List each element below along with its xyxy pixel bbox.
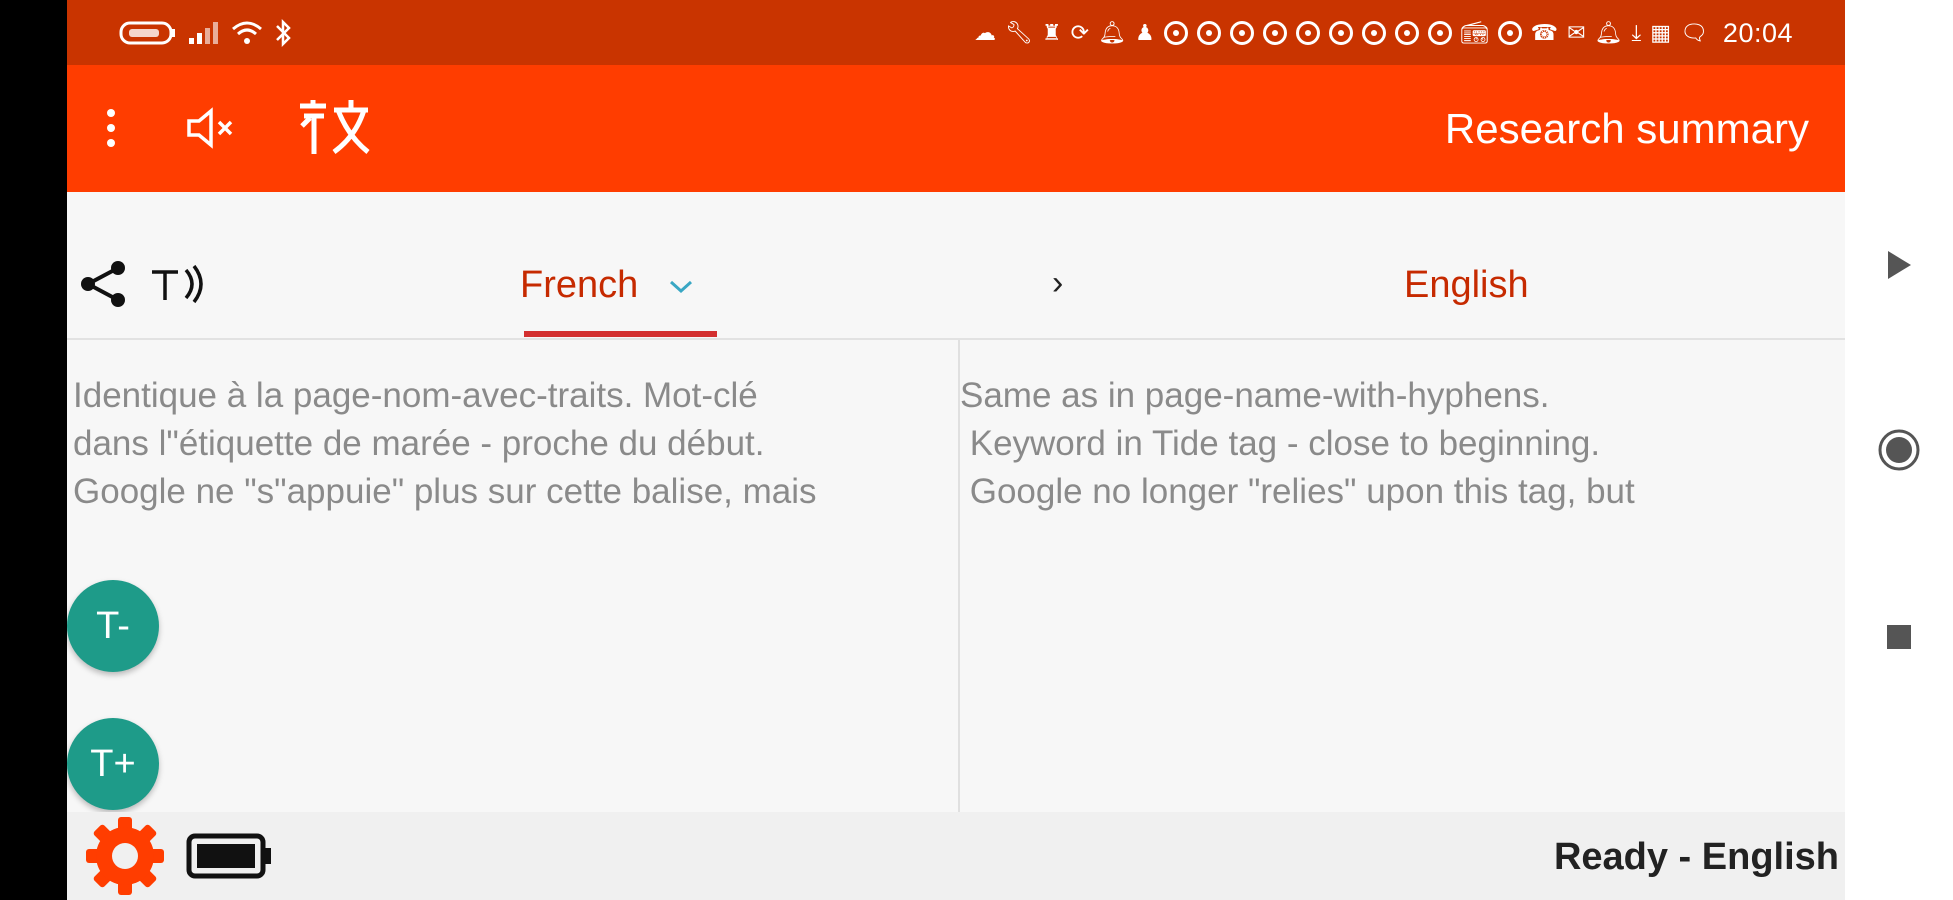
source-language-label: French — [520, 264, 639, 306]
bottom-bar: Ready - English — [67, 812, 1845, 900]
sync-icon: ⟳ — [1070, 20, 1090, 45]
bell-icon: 🔔︎ — [1098, 20, 1126, 45]
status-left-icons — [119, 18, 293, 48]
source-text-area[interactable]: Identique à la page-nom-avec-traits. Mot… — [73, 372, 817, 516]
ready-status: Ready - English — [1553, 836, 1839, 878]
radio-icon: 📻︎ — [1460, 20, 1489, 45]
target-language-label[interactable]: English — [1404, 264, 1529, 307]
download-icon: ⤓ — [1631, 20, 1642, 45]
message-icon: 🗨︎ — [1679, 20, 1708, 45]
status-right-icons: ☁ 🔧︎ ♜ ⟳ 🔔︎ ♟ 📻︎ ☎ ✉ 🔔︎ ⤓ ▦ 🗨︎ 20:04 — [974, 16, 1793, 50]
more-vert-icon[interactable] — [99, 105, 123, 151]
bluetooth-icon — [276, 19, 291, 47]
chevron-down-icon — [669, 280, 692, 293]
call-icon: ☎ — [1530, 20, 1559, 45]
battery-saver-icon — [119, 21, 175, 45]
chess-icon: ♜ — [1041, 20, 1062, 45]
source-language-indicator — [524, 331, 717, 337]
app-circle-icon — [1262, 21, 1287, 45]
app-circle-icon — [1196, 21, 1221, 45]
left-black-strip — [0, 0, 67, 900]
grid-icon: ▦ — [1650, 20, 1671, 45]
toolbar-title: Research summary — [1444, 105, 1809, 152]
app-circle-icon — [1229, 21, 1254, 45]
increase-text-size-button[interactable]: T+ — [67, 718, 159, 810]
app-toolbar: Research summary — [67, 65, 1845, 192]
recents-square-icon[interactable] — [1845, 612, 1953, 662]
translator-app: ☁ 🔧︎ ♜ ⟳ 🔔︎ ♟ 📻︎ ☎ ✉ 🔔︎ ⤓ ▦ 🗨︎ 20:04 Res… — [67, 0, 1845, 900]
swap-arrow[interactable]: › — [1052, 264, 1063, 303]
translate-icon[interactable] — [295, 95, 375, 161]
language-bar: French › English — [67, 192, 1845, 340]
battery-icon — [185, 830, 275, 882]
app-circle-icon — [1361, 21, 1386, 45]
wifi-icon — [232, 21, 262, 44]
mail-icon: ✉ — [1567, 20, 1586, 45]
app-circle-icon — [1163, 21, 1188, 45]
app-circle-icon — [1427, 21, 1452, 45]
text-to-speech-icon[interactable] — [147, 260, 209, 308]
chess-icon: ♟ — [1135, 20, 1155, 45]
status-time: 20:04 — [1722, 17, 1793, 48]
translation-panes: Identique à la page-nom-avec-traits. Mot… — [67, 340, 1845, 812]
settings-gear-icon[interactable] — [83, 814, 167, 898]
app-circle-icon — [1497, 21, 1522, 45]
system-nav-bar — [1845, 0, 1953, 900]
cloud-icon: ☁ — [973, 20, 996, 45]
back-triangle-icon[interactable] — [1845, 240, 1953, 290]
signal-icon — [189, 22, 218, 44]
decrease-text-size-button[interactable]: T- — [67, 580, 159, 672]
app-circle-icon — [1394, 21, 1419, 45]
app-circle-icon — [1328, 21, 1353, 45]
share-icon[interactable] — [77, 258, 129, 310]
app-circle-icon — [1295, 21, 1320, 45]
wrench-icon: 🔧︎ — [1004, 20, 1033, 45]
home-circle-icon[interactable] — [1845, 425, 1953, 475]
target-text-area[interactable]: Same as in page-name-with-hyphens. Keywo… — [960, 372, 1635, 516]
volume-mute-icon[interactable] — [183, 103, 243, 153]
source-language-selector[interactable]: French — [520, 264, 695, 307]
status-bar: ☁ 🔧︎ ♜ ⟳ 🔔︎ ♟ 📻︎ ☎ ✉ 🔔︎ ⤓ ▦ 🗨︎ 20:04 — [67, 0, 1845, 65]
bell-icon: 🔔︎ — [1594, 20, 1623, 45]
